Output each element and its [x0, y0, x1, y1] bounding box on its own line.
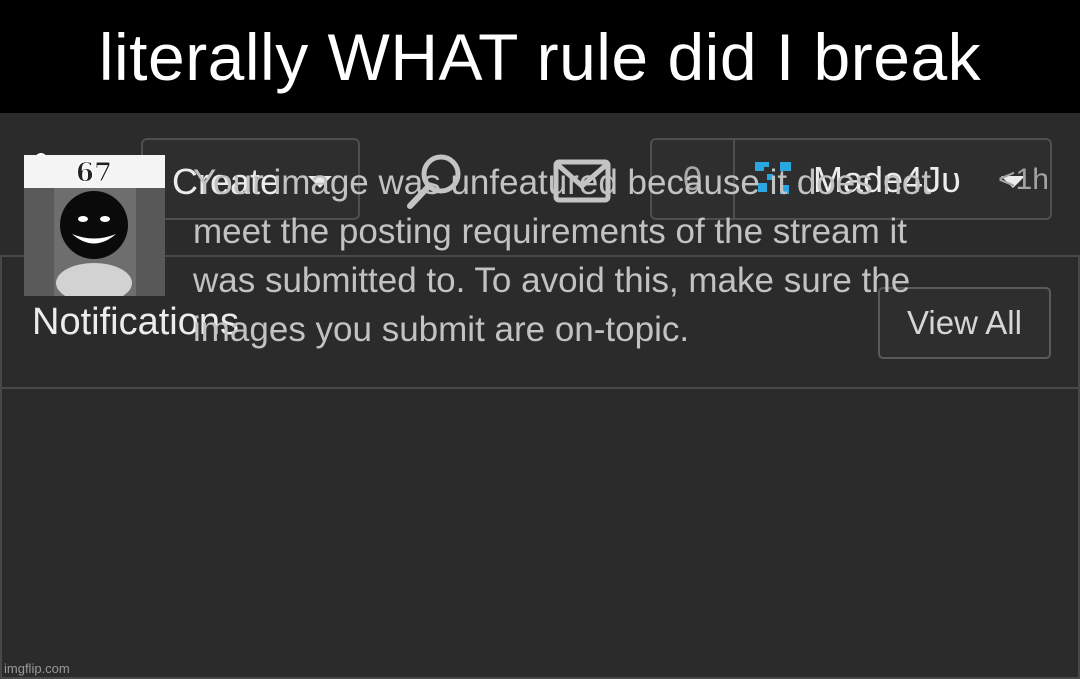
notification-message[interactable]: Your image was unfeatured because it doe… — [193, 158, 963, 354]
thumbnail-label: 67 — [76, 158, 112, 188]
notification-time: <1h — [998, 163, 1049, 196]
notification-thumbnail[interactable]: 67 — [24, 155, 165, 296]
imgflip-watermark: imgflip.com — [4, 661, 70, 676]
meme-caption: literally WHAT rule did I break — [0, 0, 1080, 113]
